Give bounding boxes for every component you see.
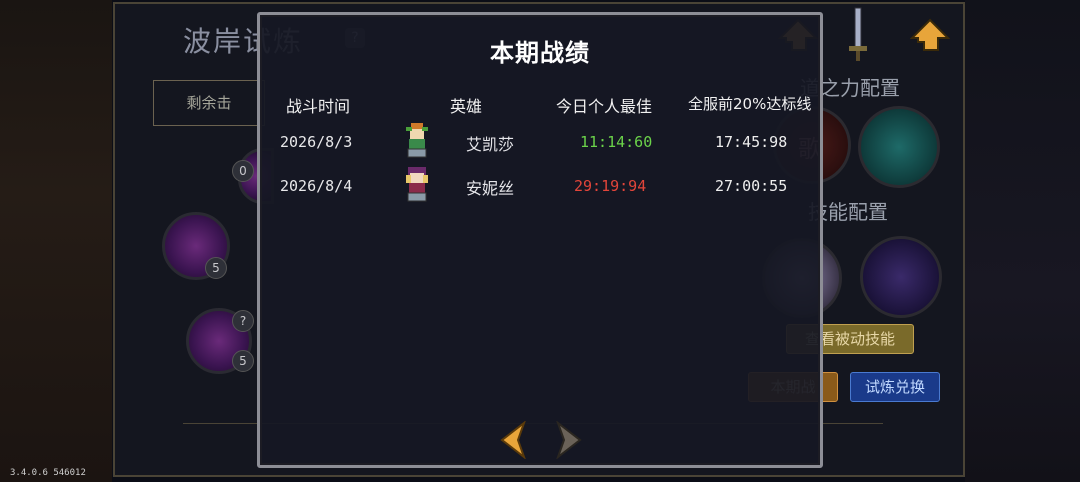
hero-name: 安妮丝 — [466, 179, 515, 198]
header-hero: 英雄 — [450, 97, 483, 116]
sword-icon — [849, 7, 867, 61]
header-personal-best: 今日个人最佳 — [556, 97, 653, 116]
hero-elf-icon — [406, 123, 428, 158]
header-server-top: 全服前20%达标线 — [688, 95, 812, 113]
node-level-badge: 0 — [232, 160, 254, 182]
node-level-badge: 5 — [205, 257, 227, 279]
prev-page-arrow-icon[interactable] — [498, 421, 528, 459]
hero-name: 艾凯莎 — [466, 135, 515, 154]
personal-best-time: 29:19:94 — [574, 177, 647, 195]
dialog-title: 本期战绩 — [490, 39, 590, 67]
header-battle-time: 战斗时间 — [286, 97, 351, 116]
battle-date: 2026/8/3 — [280, 133, 353, 151]
table-row: 2026/8/4 安妮丝 29:19:94 27:00:55 — [260, 165, 820, 205]
server-top-time: 27:00:55 — [715, 177, 788, 195]
background-left-scene — [0, 0, 112, 482]
skill-slot[interactable] — [860, 236, 942, 318]
hero-anis-icon — [406, 167, 428, 202]
remaining-attempts-box: 剩余击 — [153, 80, 265, 126]
upgrade-arrow-icon[interactable] — [910, 18, 950, 58]
remaining-label: 剩余击 — [186, 94, 232, 112]
battle-date: 2026/8/4 — [280, 177, 353, 195]
node-help-badge: ? — [232, 310, 254, 332]
power-slot[interactable] — [858, 106, 940, 188]
table-row: 2026/8/3 艾凯莎 11:14:60 17:45:98 — [260, 121, 820, 161]
records-table-header: 战斗时间 英雄 今日个人最佳 全服前20%达标线 — [260, 93, 820, 117]
trial-exchange-button[interactable]: 试炼兑换 — [850, 372, 940, 402]
server-top-time: 17:45:98 — [715, 133, 788, 151]
version-label: 3.4.0.6 546012 — [10, 468, 86, 478]
background-right-scene — [965, 0, 1080, 482]
node-level-badge: 5 — [232, 350, 254, 372]
next-page-arrow-icon[interactable] — [554, 421, 584, 459]
season-records-dialog: 本期战绩 战斗时间 英雄 今日个人最佳 全服前20%达标线 2026/8/3 艾… — [257, 12, 823, 468]
personal-best-time: 11:14:60 — [580, 133, 653, 151]
